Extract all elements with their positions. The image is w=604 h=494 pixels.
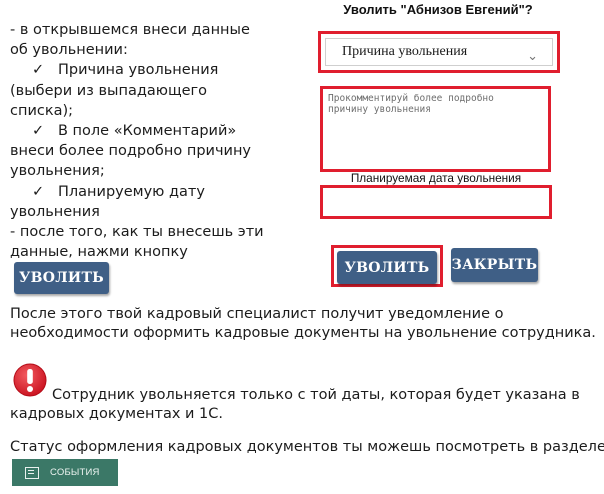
info-paragraph-line: После этого твой кадровый специалист пол… bbox=[10, 306, 504, 322]
instruction-line: увольнения; bbox=[10, 163, 105, 180]
exclamation-icon bbox=[13, 363, 47, 397]
instruction-text: Планируемую дату bbox=[58, 183, 205, 200]
events-button[interactable]: СОБЫТИЯ bbox=[12, 459, 118, 486]
dismiss-button[interactable]: УВОЛИТЬ bbox=[337, 251, 437, 284]
reason-select-value: Причина увольнения bbox=[342, 44, 468, 59]
instruction-text: Причина увольнения bbox=[58, 62, 219, 79]
example-dismiss-button[interactable]: УВОЛИТЬ bbox=[14, 262, 109, 294]
instruction-line: внеси более подробно причину bbox=[10, 143, 251, 160]
check-icon: ✓ bbox=[32, 183, 45, 200]
instruction-line: (выбери из выпадающего bbox=[10, 82, 208, 99]
instruction-item: ✓ Планируемую дату bbox=[10, 182, 280, 202]
instruction-item: ✓ В поле «Комментарий» bbox=[10, 121, 280, 141]
check-icon: ✓ bbox=[32, 123, 45, 140]
date-label: Планируемая дата увольнения bbox=[350, 171, 522, 185]
instruction-list: - в открывшемся внеси данные об увольнен… bbox=[10, 20, 280, 262]
reason-select[interactable]: Причина увольнения ⌄ bbox=[325, 38, 553, 66]
close-button[interactable]: ЗАКРЫТЬ bbox=[451, 248, 538, 282]
instruction-item: ✓ Причина увольнения bbox=[10, 60, 280, 80]
warning-text-line: Сотрудник увольняется только с той даты,… bbox=[52, 387, 580, 403]
instruction-line: данные, нажми кнопку bbox=[10, 244, 188, 261]
reason-select-highlight: Причина увольнения ⌄ bbox=[318, 31, 560, 73]
events-icon bbox=[25, 466, 39, 479]
instruction-line: - в открывшемся внеси данные bbox=[10, 22, 250, 38]
check-icon: ✓ bbox=[32, 62, 45, 79]
comment-field[interactable]: Прокомментируй более подробно причину ув… bbox=[320, 86, 551, 172]
instruction-line: об увольнении: bbox=[10, 42, 128, 59]
instruction-line: увольнения bbox=[10, 203, 100, 220]
instruction-line: списка); bbox=[10, 102, 74, 119]
instruction-line: - после того, как ты внесешь эти bbox=[10, 224, 264, 241]
events-button-label: СОБЫТИЯ bbox=[50, 467, 100, 478]
dialog-title: Уволить "Абнизов Евгений"? bbox=[343, 2, 533, 17]
chevron-down-icon: ⌄ bbox=[527, 48, 538, 63]
dismiss-button-highlight: УВОЛИТЬ bbox=[331, 245, 443, 287]
dismissal-date-field[interactable] bbox=[320, 185, 552, 219]
status-text: Статус оформления кадровых документов ты… bbox=[10, 439, 604, 455]
info-paragraph-line: необходимости оформить кадровые документ… bbox=[10, 325, 596, 341]
instruction-text: В поле «Комментарий» bbox=[58, 123, 237, 140]
comment-placeholder: Прокомментируй более подробно причину ув… bbox=[328, 93, 494, 115]
warning-text-line: кадровых документах и 1С. bbox=[10, 406, 224, 422]
